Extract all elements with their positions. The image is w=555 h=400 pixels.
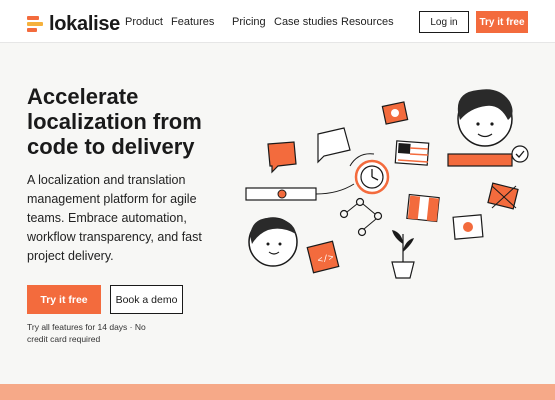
nav-item-product[interactable]: Product xyxy=(125,16,163,28)
brand-name: lokalise xyxy=(49,13,120,35)
brand-logo[interactable]: lokalise xyxy=(27,13,120,36)
flag-icon xyxy=(452,214,484,240)
nav-item-pricing[interactable]: Pricing xyxy=(232,16,266,28)
face-icon xyxy=(248,217,298,267)
nav-item-case-studies[interactable]: Case studies xyxy=(274,16,338,28)
trial-note: Try all features for 14 days · No credit… xyxy=(27,322,146,344)
hero-title: Accelerate localization from code to del… xyxy=(27,84,202,159)
flag-icon xyxy=(394,140,430,166)
flag-icon xyxy=(487,182,519,210)
login-button[interactable]: Log in xyxy=(419,11,469,33)
chat-icon xyxy=(317,127,351,164)
face-icon xyxy=(457,89,513,147)
nav-item-resources[interactable]: Resources xyxy=(341,16,394,28)
footer-band xyxy=(0,384,555,400)
flag-icon xyxy=(381,101,409,125)
plant-icon xyxy=(391,230,415,279)
flag-icon xyxy=(406,193,440,223)
book-demo-button[interactable]: Book a demo xyxy=(110,285,183,314)
lokalise-logo-icon xyxy=(27,15,43,34)
chat-icon xyxy=(267,141,297,174)
try-free-button[interactable]: Try it free xyxy=(27,285,101,314)
try-free-nav-button[interactable]: Try it free xyxy=(476,11,528,33)
clock-icon xyxy=(349,153,390,195)
hero-illustration: </> xyxy=(245,89,529,279)
network-icon xyxy=(339,197,383,237)
top-navigation-bar: lokalise Product Features Pricing Case s… xyxy=(0,0,555,43)
nav-item-features[interactable]: Features xyxy=(171,16,214,28)
hero-description: A localization and translation managemen… xyxy=(27,173,202,263)
